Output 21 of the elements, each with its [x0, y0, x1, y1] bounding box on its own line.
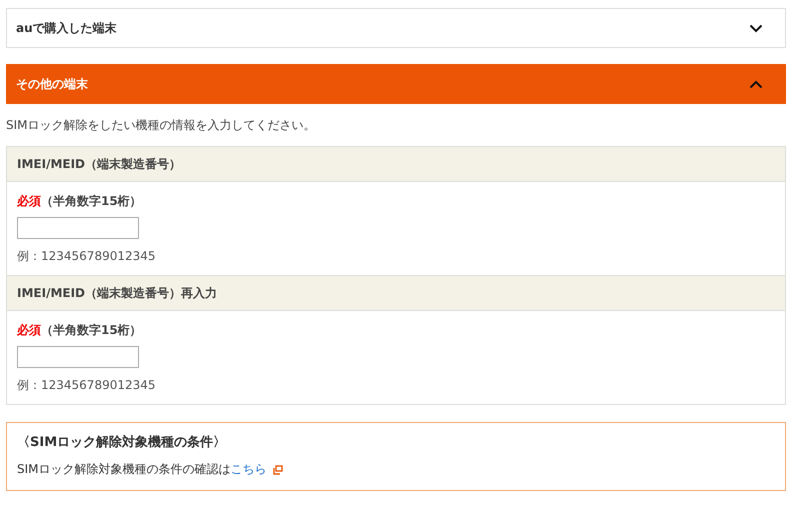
field-label: IMEI/MEID（端末製造番号）: [17, 156, 182, 172]
example-text: 例：123456789012345: [17, 377, 157, 394]
conditions-text: SIMロック解除対象機種の条件の確認は: [17, 461, 231, 478]
instruction-text: SIMロック解除をしたい機種の情報を入力してください。: [6, 117, 317, 134]
accordion-header[interactable]: auで購入した端末: [6, 8, 786, 48]
required-mark: 必須: [17, 323, 41, 337]
accordion-title: その他の端末: [16, 76, 88, 92]
required-mark: 必須: [17, 194, 41, 208]
external-link-icon: [272, 464, 283, 474]
chevron-icon: [749, 24, 763, 32]
field-hint: （半角数字15桁）: [41, 323, 142, 337]
field-label: IMEI/MEID（端末製造番号）再入力: [17, 284, 218, 302]
input-field[interactable]: [17, 346, 139, 368]
conditions-title: 〈SIMロック解除対象機種の条件〉: [17, 434, 228, 451]
accordion-title: auで購入した端末: [16, 20, 117, 36]
input-field[interactable]: [17, 217, 139, 239]
field-hint: （半角数字15桁）: [41, 194, 142, 208]
link[interactable]: こちら: [230, 461, 267, 478]
accordion-header[interactable]: その他の端末: [6, 64, 786, 104]
example-text: 例：123456789012345: [17, 248, 157, 265]
chevron-icon: [749, 80, 763, 88]
